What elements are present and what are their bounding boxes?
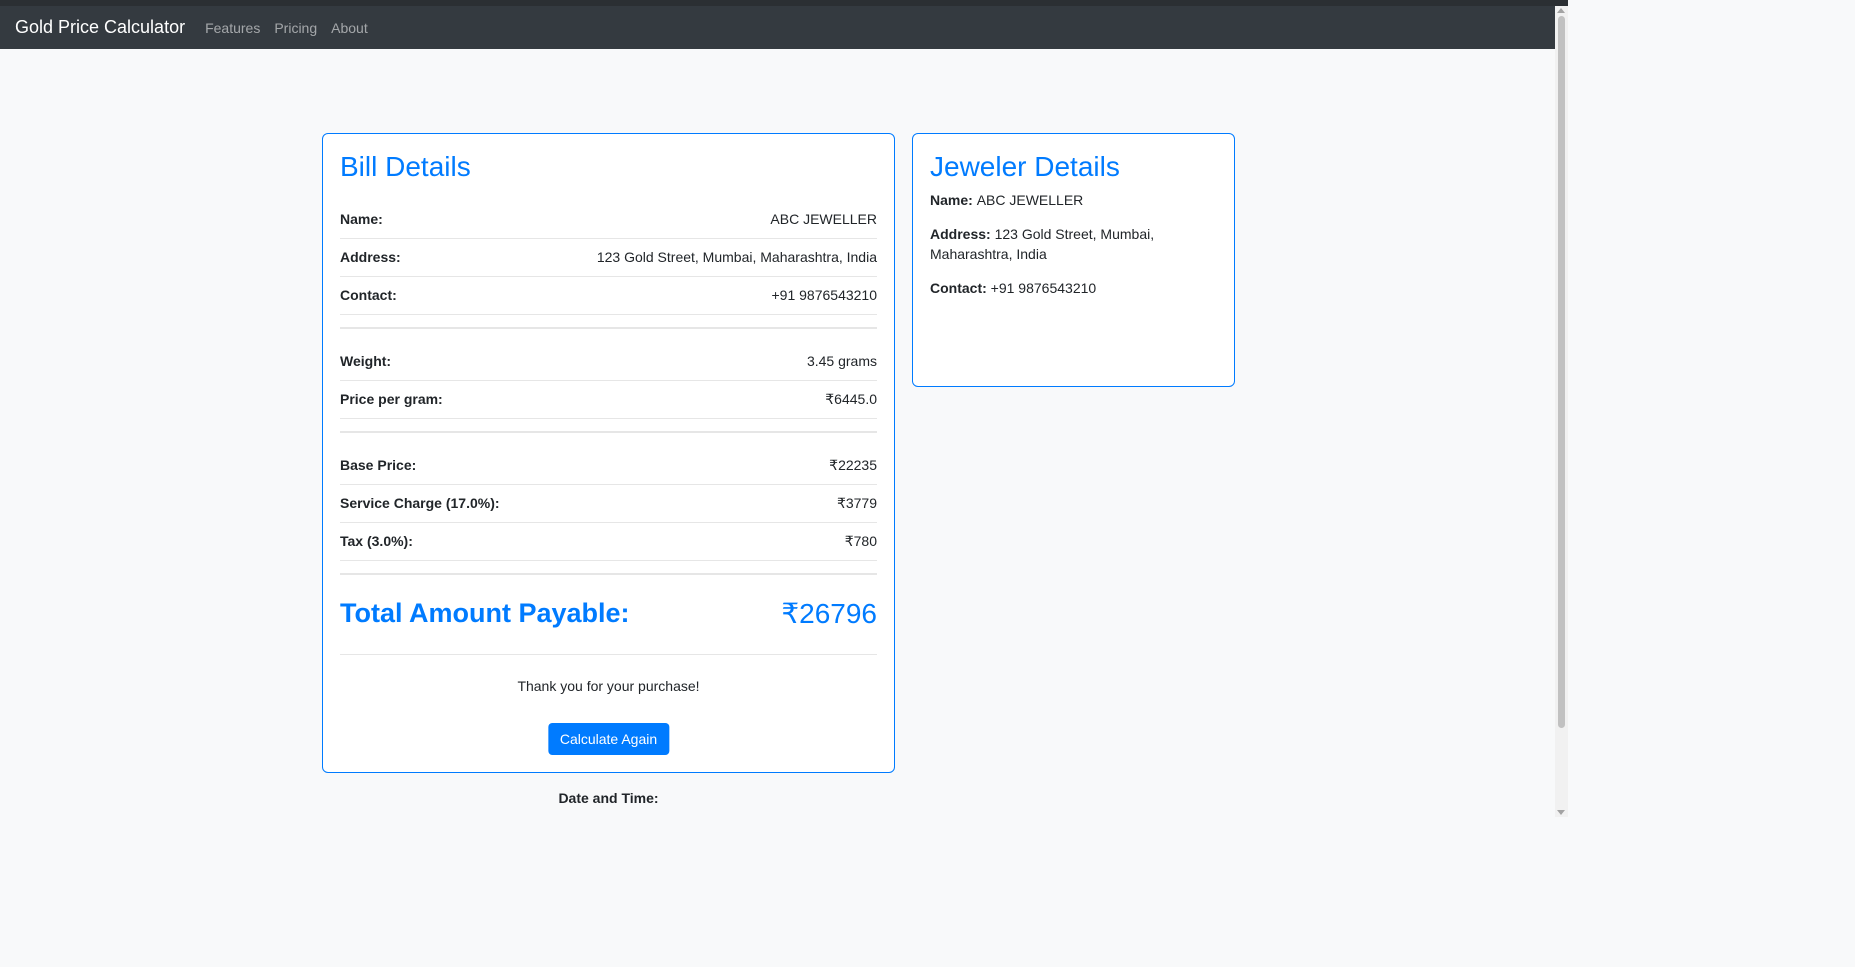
bill-details-card: Bill Details Name: ABC JEWELLER Address:… — [322, 133, 895, 773]
bill-row-service-charge: Service Charge (17.0%): ₹3779 — [340, 484, 877, 523]
bill-row-contact: Contact: +91 9876543210 — [340, 276, 877, 315]
total-amount-label: Total Amount Payable: — [340, 597, 630, 628]
bill-row-name: Name: ABC JEWELLER — [340, 200, 877, 239]
thank-you-message: Thank you for your purchase! — [517, 678, 700, 694]
jeweler-name-line: Name: ABC JEWELLER — [930, 190, 1217, 210]
bill-row-value: ABC JEWELLER — [770, 211, 877, 227]
bill-row-label: Service Charge (17.0%): — [340, 495, 500, 511]
navbar: Gold Price Calculator Features Pricing A… — [0, 6, 1555, 49]
bill-row-label: Base Price: — [340, 457, 417, 473]
bill-row-value: ₹22235 — [829, 456, 877, 473]
bill-details-title: Bill Details — [340, 151, 471, 182]
bill-row-label: Contact: — [340, 287, 397, 303]
jeweler-address-label: Address: — [930, 226, 995, 242]
bill-row-address: Address: 123 Gold Street, Mumbai, Mahara… — [340, 238, 877, 277]
bill-row-value: ₹6445.0 — [825, 390, 877, 407]
navbar-brand[interactable]: Gold Price Calculator — [15, 17, 185, 38]
nav-link-about[interactable]: About — [331, 20, 368, 36]
section-divider — [340, 654, 877, 655]
section-divider — [340, 327, 877, 329]
page-scrollbar[interactable] — [1555, 6, 1568, 817]
bill-row-value: +91 9876543210 — [771, 287, 878, 303]
jeweler-details-card: Jeweler Details Name: ABC JEWELLER Addre… — [912, 133, 1235, 387]
nav-link-features[interactable]: Features — [205, 20, 260, 36]
total-amount-value: ₹26796 — [781, 597, 877, 629]
bill-row-base-price: Base Price: ₹22235 — [340, 446, 877, 485]
jeweler-contact-value: +91 9876543210 — [990, 280, 1097, 296]
section-divider — [340, 573, 877, 575]
jeweler-address-line: Address: 123 Gold Street, Mumbai, Mahara… — [930, 224, 1217, 264]
jeweler-name-label: Name: — [930, 192, 977, 208]
bill-row-label: Name: — [340, 211, 383, 227]
bill-row-tax: Tax (3.0%): ₹780 — [340, 522, 877, 561]
jeweler-name-value: ABC JEWELLER — [976, 192, 1084, 208]
bill-row-value: 3.45 grams — [806, 353, 877, 369]
jeweler-details-title: Jeweler Details — [930, 151, 1120, 182]
date-time-label: Date and Time: — [558, 790, 659, 806]
bill-row-value: ₹3779 — [836, 494, 877, 511]
bill-row-weight: Weight: 3.45 grams — [340, 342, 877, 381]
bill-row-value: 123 Gold Street, Mumbai, Maharashtra, In… — [596, 249, 877, 265]
total-amount-row: Total Amount Payable: ₹26796 — [340, 593, 877, 633]
scroll-down-arrow-icon[interactable] — [1557, 810, 1565, 815]
bill-row-label: Address: — [340, 249, 401, 265]
bill-row-label: Price per gram: — [340, 391, 443, 407]
nav-link-pricing[interactable]: Pricing — [274, 20, 317, 36]
jeweler-contact-label: Contact: — [930, 280, 991, 296]
bill-row-value: ₹780 — [844, 532, 877, 549]
jeweler-contact-line: Contact: +91 9876543210 — [930, 278, 1217, 298]
bill-row-label: Tax (3.0%): — [340, 533, 413, 549]
scrollbar-thumb[interactable] — [1558, 16, 1565, 728]
scroll-up-arrow-icon[interactable] — [1557, 8, 1565, 13]
section-divider — [340, 431, 877, 433]
bill-row-label: Weight: — [340, 353, 392, 369]
calculate-again-button[interactable]: Calculate Again — [547, 723, 670, 755]
bill-row-price-per-gram: Price per gram: ₹6445.0 — [340, 380, 877, 419]
